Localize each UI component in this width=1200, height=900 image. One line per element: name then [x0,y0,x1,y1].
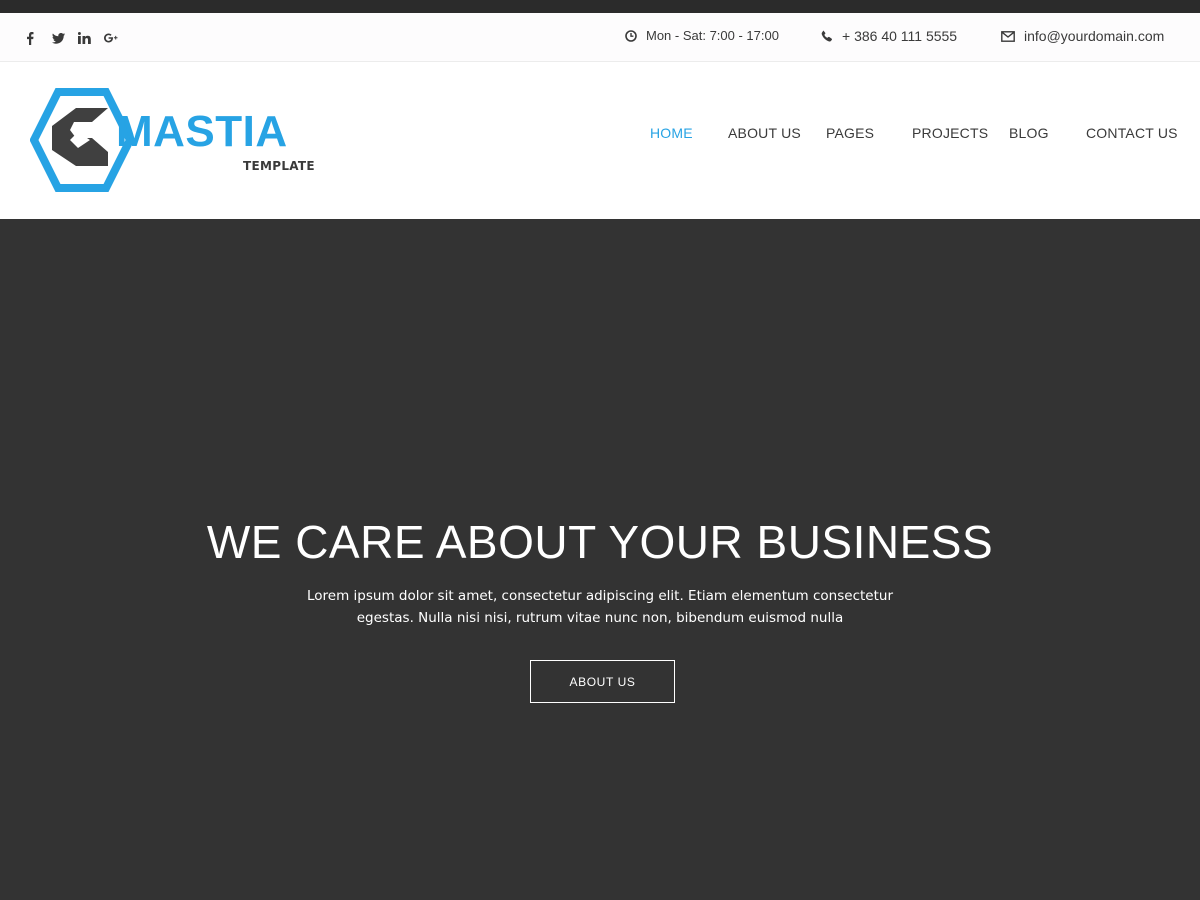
social-links [26,28,130,48]
envelope-icon [1001,30,1015,42]
logo-subtitle: TEMPLATE [243,159,315,173]
phone-number-text: + 386 40 111 5555 [842,28,958,44]
nav-item-contact-us[interactable]: CONTACT US [1086,125,1178,141]
hero-title: WE CARE ABOUT YOUR BUSINESS [206,516,994,568]
phone-number[interactable]: + 386 40 111 5555 [821,28,957,44]
site-header: MASTIA TEMPLATE HOME ABOUT US PAGES PROJ… [0,62,1200,219]
nav-item-about-us[interactable]: ABOUT US [728,125,801,141]
email-address[interactable]: info@yourdomain.com [1001,28,1164,44]
clock-icon [625,29,637,42]
hero-description: Lorem ipsum dolor sit amet, consectetur … [306,588,893,626]
business-hours: Mon - Sat: 7:00 - 17:00 [625,28,779,43]
linkedin-icon[interactable] [78,28,104,48]
top-strip [0,0,1200,13]
twitter-icon[interactable] [52,28,78,48]
about-us-button[interactable]: ABOUT US [530,660,675,703]
email-address-text: info@yourdomain.com [1024,28,1165,44]
facebook-icon[interactable] [26,28,52,48]
nav-item-projects[interactable]: PROJECTS [912,125,988,141]
business-hours-text: Mon - Sat: 7:00 - 17:00 [646,28,779,43]
nav-item-home[interactable]: HOME [650,125,693,141]
nav-item-blog[interactable]: BLOG [1009,125,1049,141]
top-info-bar: Mon - Sat: 7:00 - 17:00 + 386 40 111 555… [0,13,1200,62]
phone-icon [821,30,833,42]
main-navigation: HOME ABOUT US PAGES PROJECTS BLOG CONTAC… [0,125,1200,147]
nav-item-pages[interactable]: PAGES [826,125,874,141]
hero-section: WE CARE ABOUT YOUR BUSINESS Lorem ipsum … [0,219,1200,900]
google-plus-icon[interactable] [104,28,130,48]
